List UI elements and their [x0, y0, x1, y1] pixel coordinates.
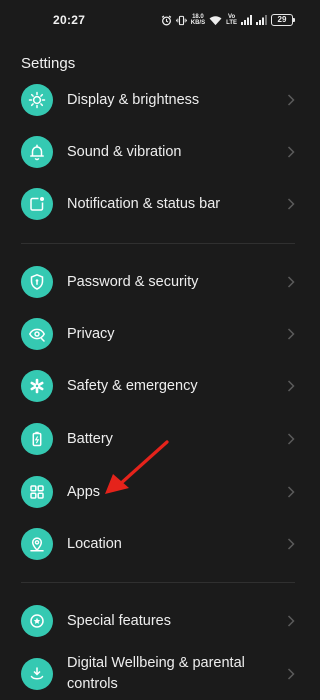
settings-item-sound-vibration[interactable]: Sound & vibration [0, 126, 315, 178]
status-bar: 20:27 18.0 KB/S Vo LTE 29 [0, 0, 315, 40]
settings-item-label: Privacy [67, 326, 115, 342]
settings-item-label: Safety & emergency [67, 378, 198, 394]
signal-icon [241, 15, 252, 25]
settings-item-safety-emergency[interactable]: Safety & emergency [0, 360, 315, 412]
bell-icon [21, 136, 53, 168]
wellbeing-icon [21, 658, 53, 690]
page-title: Settings [21, 55, 76, 72]
status-icons: 18.0 KB/S Vo LTE 29 [161, 12, 295, 28]
divider [21, 582, 295, 583]
volte-icon: Vo LTE [226, 14, 237, 26]
chevron-right-icon [287, 486, 295, 498]
grid-icon [21, 476, 53, 508]
chevron-right-icon [287, 538, 295, 550]
signal-icon [256, 15, 267, 25]
alarm-icon [161, 14, 172, 26]
settings-item-label: Digital Wellbeing & parental controls [67, 655, 245, 692]
status-time: 20:27 [53, 13, 86, 27]
chevron-right-icon [287, 328, 295, 340]
settings-item-label: Password & security [67, 274, 199, 290]
settings-item-password-security[interactable]: Password & security [0, 256, 315, 308]
location-pin-icon [21, 528, 53, 560]
chevron-right-icon [287, 380, 295, 392]
divider [21, 243, 295, 244]
notification-icon [21, 188, 53, 220]
chevron-right-icon [287, 146, 295, 158]
speed-unit: KB/S [190, 20, 206, 26]
annotation-arrow-icon [105, 440, 169, 494]
settings-item-digital-wellbeing[interactable]: Digital Wellbeing & parental controls [0, 648, 315, 700]
settings-item-location[interactable]: Location [0, 518, 315, 570]
speed-icon: 18.0 KB/S [191, 14, 205, 26]
star-icon [21, 605, 53, 637]
battery-icon: 29 [271, 14, 295, 26]
settings-item-special-features[interactable]: Special features [0, 595, 315, 647]
shield-icon [21, 266, 53, 298]
chevron-right-icon [287, 433, 295, 445]
chevron-right-icon [287, 668, 295, 680]
settings-item-notification-status-bar[interactable]: Notification & status bar [0, 178, 315, 230]
battery-icon [21, 423, 53, 455]
settings-item-label: Sound & vibration [67, 144, 182, 160]
settings-item-label: Display & brightness [67, 92, 200, 108]
settings-item-label: Location [67, 536, 122, 552]
settings-item-label: Special features [67, 613, 171, 629]
settings-item-display-brightness[interactable]: Display & brightness [0, 74, 315, 126]
sun-icon [21, 84, 53, 116]
asterisk-icon [21, 370, 53, 402]
settings-item-label: Notification & status bar [67, 196, 221, 212]
vibrate-icon [175, 15, 187, 26]
chevron-right-icon [287, 94, 295, 106]
volte-bottom: LTE [226, 20, 237, 26]
chevron-right-icon [287, 615, 295, 627]
settings-item-privacy[interactable]: Privacy [0, 308, 315, 360]
chevron-right-icon [287, 198, 295, 210]
eye-icon [21, 318, 53, 350]
wifi-icon [209, 15, 222, 26]
chevron-right-icon [287, 276, 295, 288]
